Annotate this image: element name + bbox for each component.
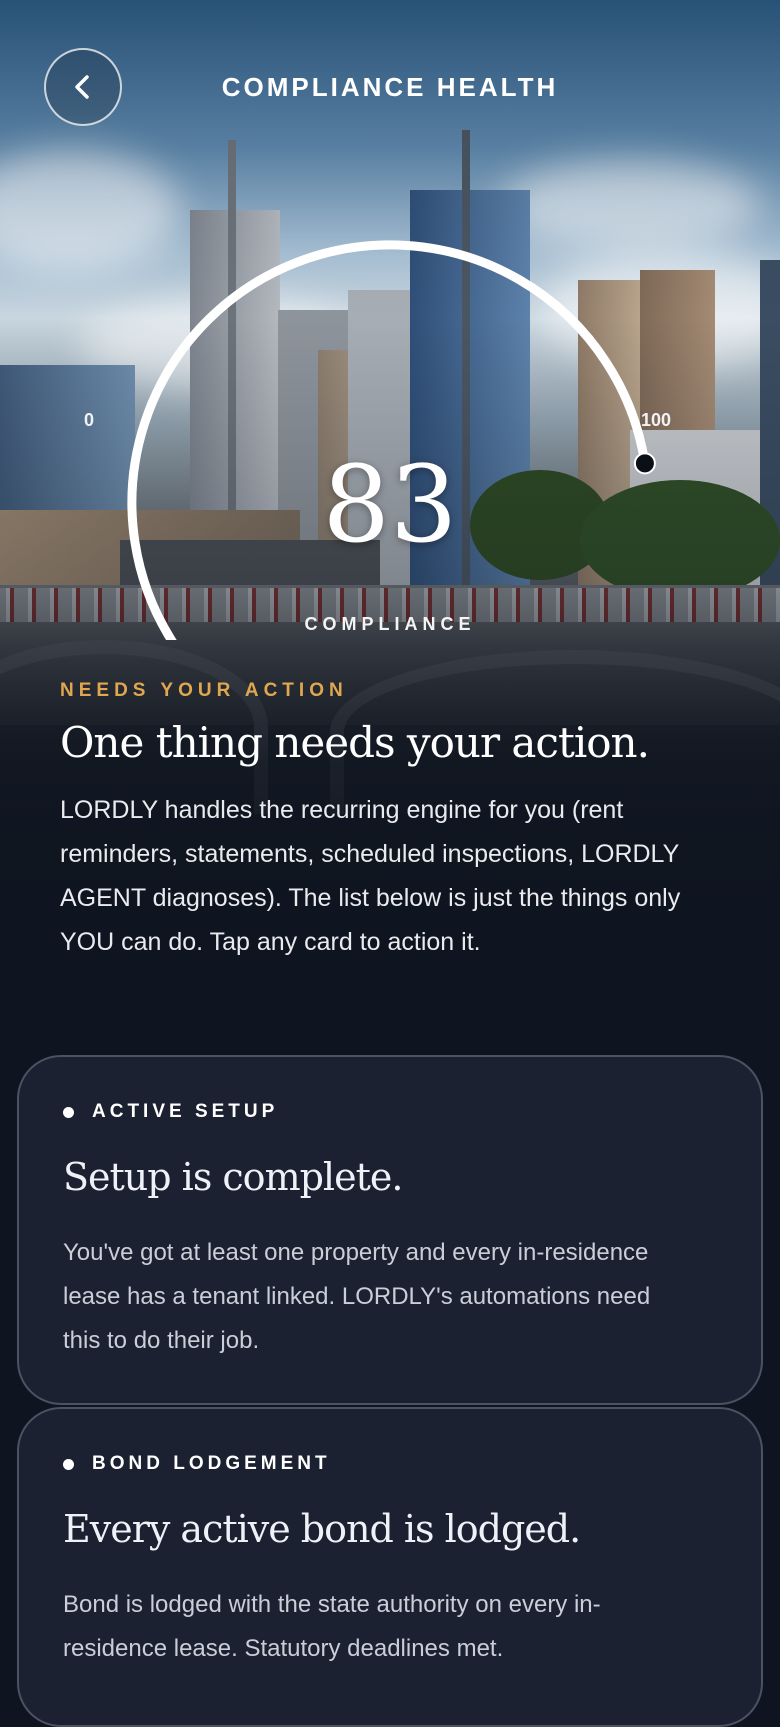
card-active-setup[interactable]: ACTIVE SETUP Setup is complete. You've g… xyxy=(17,1055,763,1405)
intro-description: LORDLY handles the recurring engine for … xyxy=(60,796,681,956)
action-eyebrow: NEEDS YOUR ACTION xyxy=(60,680,348,701)
gauge-max-label: 100 xyxy=(641,410,672,430)
card-title: Setup is complete. xyxy=(63,1155,403,1199)
action-headline: One thing needs your action. xyxy=(60,718,650,767)
score-caption: COMPLIANCE xyxy=(304,614,476,634)
card-tag-row: BOND LODGEMENT xyxy=(63,1453,331,1475)
card-tag: ACTIVE SETUP xyxy=(92,1101,279,1122)
card-tag: BOND LODGEMENT xyxy=(92,1453,331,1474)
dot-icon xyxy=(63,1458,74,1470)
gauge-min-label: 0 xyxy=(84,410,95,430)
card-body: You've got at least one property and eve… xyxy=(63,1239,651,1354)
card-title: Every active bond is lodged. xyxy=(63,1507,581,1551)
card-tag-row: ACTIVE SETUP xyxy=(63,1101,278,1123)
card-body: Bond is lodged with the state authority … xyxy=(63,1591,601,1662)
card-bond-lodgement[interactable]: BOND LODGEMENT Every active bond is lodg… xyxy=(17,1407,763,1727)
dot-icon xyxy=(63,1106,74,1118)
compliance-score: 83 xyxy=(322,443,458,566)
